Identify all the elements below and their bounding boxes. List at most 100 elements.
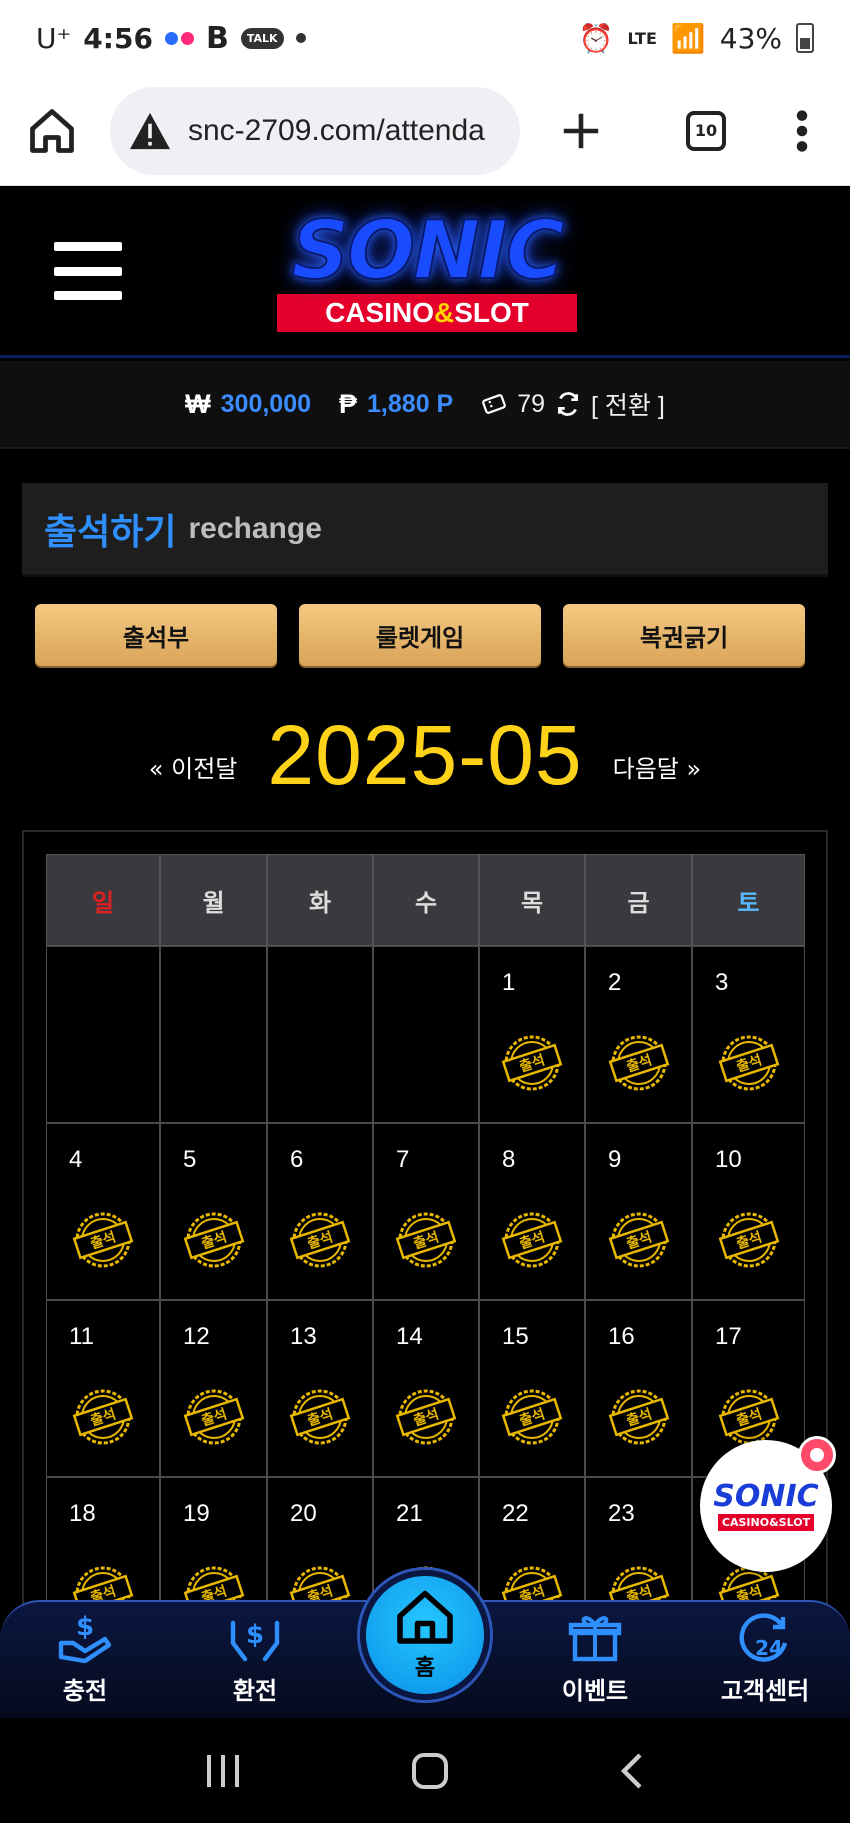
point-balance-value: 1,880 P [367, 389, 454, 418]
nav-event[interactable]: 이벤트 [510, 1600, 680, 1718]
prev-month-link[interactable]: « 이전달 [149, 749, 238, 784]
calendar-day[interactable]: 16 출석 [585, 1300, 692, 1477]
calendar-day[interactable]: 15 출석 [479, 1300, 585, 1477]
calendar-day [267, 946, 373, 1123]
warning-icon[interactable] [128, 111, 172, 151]
won-symbol: ₩ [185, 388, 211, 419]
tab-attendance[interactable]: 출석부 [35, 604, 277, 666]
attendance-stamp-icon: 출석 [497, 1033, 567, 1093]
day-number: 11 [69, 1323, 94, 1350]
tab-count-label: 10 [694, 121, 718, 140]
attendance-stamp-icon: 출석 [391, 1387, 461, 1447]
cash-balance-value: 300,000 [220, 389, 312, 418]
browser-toolbar: snc-2709.com/attenda 10 [0, 76, 850, 186]
convert-button[interactable]: [ 전환 ] [591, 386, 665, 422]
day-number: 22 [502, 1500, 529, 1527]
calendar-day [160, 946, 267, 1123]
calendar-day[interactable]: 11 출석 [46, 1300, 160, 1477]
attendance-stamp-icon: 출석 [604, 1033, 674, 1093]
home-icon[interactable] [26, 105, 78, 157]
nav-support-label: 고객센터 [720, 1677, 810, 1705]
floating-logo-button[interactable]: SONIC CASINO&SLOT [700, 1436, 836, 1572]
tab-roulette[interactable]: 룰렛게임 [299, 604, 541, 666]
calendar-day[interactable]: 1 출석 [479, 946, 585, 1123]
day-number: 23 [608, 1500, 635, 1527]
site-header: SONIC CASINO&SLOT [0, 186, 850, 358]
nav-home-label: 홈 [414, 1656, 436, 1681]
logo-sub-right: SLOT [454, 297, 529, 328]
weekday-sun: 일 [46, 854, 160, 946]
tab-scratch-lottery[interactable]: 복권긁기 [563, 604, 805, 666]
nav-deposit-label: 충전 [62, 1677, 108, 1705]
calendar-day[interactable]: 9 출석 [585, 1123, 692, 1300]
calendar-day[interactable]: 2 출석 [585, 946, 692, 1123]
tab-switcher-button[interactable]: 10 [686, 110, 726, 151]
logo-sub-left: CASINO [325, 297, 434, 328]
more-menu-icon[interactable] [794, 109, 810, 153]
calendar-day[interactable]: 4 출석 [46, 1123, 160, 1300]
nav-deposit[interactable]: $ 충전 [0, 1600, 170, 1718]
status-time: 4:56 [83, 21, 153, 55]
svg-text:24: 24 [755, 1636, 783, 1660]
weekday-thu: 목 [479, 854, 585, 946]
new-tab-icon[interactable] [558, 108, 604, 154]
page-title: 출석하기 rechange [22, 483, 828, 577]
calendar-day[interactable]: 8 출석 [479, 1123, 585, 1300]
calendar-week: 1 출석 2 출석 3 출석 [46, 946, 805, 1123]
calendar-grid: 일 월 화 수 목 금 토 1 출석 2 출석 3 출석 4 출석 5 출석 6 출석 7 출석 8 출석 9 출… [46, 854, 805, 1654]
day-number: 7 [396, 1146, 410, 1173]
calendar-day[interactable]: 14 출석 [373, 1300, 479, 1477]
battery-label: 43% [719, 21, 782, 55]
next-month-link[interactable]: 다음달 » [613, 749, 702, 784]
svg-text:$: $ [246, 1620, 264, 1650]
nav-event-label: 이벤트 [561, 1677, 629, 1705]
notification-dot-icon [295, 33, 306, 43]
gift-icon [568, 1616, 622, 1662]
calendar-day[interactable]: 6 출석 [267, 1123, 373, 1300]
site-logo[interactable]: SONIC CASINO&SLOT [262, 209, 592, 332]
status-bar: U⁺ 4:56 B TALK ⏰ LTE 📶 43% [0, 0, 850, 76]
calendar-day[interactable]: 13 출석 [267, 1300, 373, 1477]
attendance-stamp-icon: 출석 [714, 1210, 784, 1270]
day-number: 17 [715, 1323, 742, 1350]
attendance-stamp-icon: 출석 [179, 1387, 249, 1447]
attendance-stamp-icon: 출석 [285, 1210, 355, 1270]
attendance-stamp-icon: 출석 [179, 1210, 249, 1270]
calendar-day[interactable]: 10 출석 [692, 1123, 805, 1300]
attendance-stamp-icon: 출석 [285, 1387, 355, 1447]
weekday-tue: 화 [267, 854, 373, 946]
day-number: 8 [502, 1146, 516, 1173]
battery-icon [796, 23, 814, 53]
refresh-icon[interactable] [555, 391, 581, 417]
calendar-day[interactable]: 3 출석 [692, 946, 805, 1123]
chip-balance: 79 [ 전환 ] [481, 386, 665, 422]
attendance-tabs: 출석부 룰렛게임 복권긁기 [35, 604, 805, 666]
day-number: 2 [608, 969, 622, 996]
nav-home-button[interactable]: 홈 [360, 1570, 490, 1700]
calendar-day[interactable]: 5 출석 [160, 1123, 267, 1300]
calendar-body: 1 출석 2 출석 3 출석 4 출석 5 출석 6 출석 7 출석 8 출석 9 출석 10 출석 11 출석 12 출석 1… [46, 946, 805, 1654]
cash-balance: ₩ 300,000 [185, 389, 311, 420]
recent-apps-icon[interactable] [203, 1753, 243, 1789]
back-icon[interactable] [617, 1751, 647, 1791]
weekday-fri: 금 [585, 854, 692, 946]
attendance-stamp-icon: 출석 [714, 1033, 784, 1093]
calendar-day[interactable]: 7 출석 [373, 1123, 479, 1300]
day-number: 4 [69, 1146, 83, 1173]
address-bar[interactable]: snc-2709.com/attenda [110, 86, 520, 175]
attendance-stamp-icon: 출석 [68, 1387, 138, 1447]
nav-withdraw[interactable]: $ 환전 [170, 1600, 340, 1718]
attendance-stamp-icon: 출석 [604, 1387, 674, 1447]
day-number: 1 [502, 969, 516, 996]
calendar-day [46, 946, 160, 1123]
nav-support[interactable]: 24 고객센터 [680, 1600, 850, 1718]
calendar-day[interactable]: 12 출석 [160, 1300, 267, 1477]
home-circle-icon[interactable] [410, 1751, 450, 1791]
day-number: 5 [183, 1146, 197, 1173]
attendance-stamp-icon: 출석 [604, 1210, 674, 1270]
point-balance: ₱ 1,880 P [339, 389, 453, 420]
url-text[interactable]: snc-2709.com/attenda [188, 114, 485, 148]
hamburger-menu-icon[interactable] [54, 242, 122, 300]
network-label: LTE [627, 28, 657, 48]
day-number: 6 [290, 1146, 304, 1173]
